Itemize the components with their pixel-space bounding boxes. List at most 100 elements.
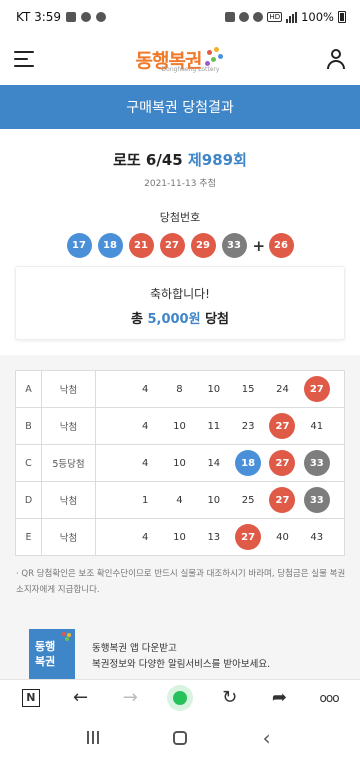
game-result: 낙첨 [41,481,96,519]
matched-number: 33 [303,487,330,513]
game-number: 11 [207,420,221,432]
back-arrow-icon[interactable]: ← [66,683,96,713]
bonus-ball: 26 [268,233,294,258]
game-number: 8 [176,383,183,395]
winning-numbers: 17 18 21 27 29 33 +26 [0,233,360,258]
game-number: 40 [276,531,289,543]
game-numbers-cell: 4 10 11 23 27 41 [95,407,345,445]
green-dot-button[interactable] [165,683,195,713]
game-number: 41 [310,420,324,432]
winning-ball: 29 [190,233,216,258]
game-number: 4 [141,420,149,432]
game-number: 4 [141,531,149,543]
game-numbers: 4 8 10 15 24 27 [96,376,344,402]
total-prize: 총 5,000원 당첨 [16,308,344,327]
game-number: 25 [241,494,255,506]
browser-toolbar: N ← → ↻ ➦ ooo [0,679,360,715]
matched-number: 27 [235,524,262,550]
status-right: HD 100% [225,10,346,24]
game-name: 로또 6/45 [113,151,183,169]
alarm-icon [225,12,236,22]
game-number: 10 [207,494,221,506]
game-number: 10 [173,457,186,469]
matched-number: 27 [269,487,296,513]
game-result: 낙첨 [41,370,96,408]
more-icon[interactable]: ooo [314,683,344,713]
game-number: 4 [141,383,149,395]
home-icon [172,730,187,745]
draw-info: 로또 6/45 제989회 2021-11-13 추첨 당첨번호 17 18 21 2… [0,129,360,258]
user-icon[interactable] [326,49,346,69]
banner-line1: 동행복권 앱 다운받고 [92,643,177,654]
game-number: 10 [173,420,186,432]
results-table: A 낙첨 4 8 10 15 24 27 B 낙첨 4 10 11 23 27 41 C 5등당첨 4 10 14 18 2… [15,370,345,556]
plus-sign: + [252,236,266,255]
banner-line2: 복권정보와 다양한 알림서비스를 받아보세요. [92,659,271,670]
game-result: 낙첨 [41,407,96,445]
hamburger-menu-icon[interactable] [14,51,34,67]
draw-date: 2021-11-13 추첨 [144,179,216,189]
game-id: A [15,370,42,408]
forward-arrow-icon[interactable]: → [115,683,145,713]
game-row: C 5등당첨 4 10 14 18 27 33 [15,444,345,482]
game-number: 23 [241,420,255,432]
game-number: 4 [141,457,149,469]
wifi-icon [253,12,264,22]
prize-prefix: 총 [130,312,143,327]
battery-icon [338,11,346,23]
prize-amount: 5,000원 [147,312,201,327]
matched-number: 33 [303,450,330,476]
game-number: 1 [141,494,149,506]
naver-n-icon: N [21,688,40,707]
logo[interactable]: 동행복권 Donghaeng Lottery [136,39,225,79]
signal-icon [286,11,298,23]
game-number: 10 [207,383,221,395]
game-numbers: 4 10 14 18 27 33 [96,450,344,476]
green-dot-icon [166,684,193,711]
winning-ball: 27 [159,233,185,258]
home-button[interactable] [165,723,195,753]
winning-ball: 17 [66,233,92,258]
congrats-card: 축하합니다! 총 5,000원 당첨 [15,266,345,340]
app-download-banner[interactable]: 동행 복권 동행복권 앱 다운받고 복권정보와 다양한 알림서비스를 받아보세요… [0,615,360,679]
game-id: E [15,518,42,556]
game-row: D 낙첨 1 4 10 25 27 33 [15,481,345,519]
network-label: HD [267,12,283,22]
game-numbers-cell: 1 4 10 25 27 33 [95,481,345,519]
share-icon[interactable]: ➦ [264,683,294,713]
winning-ball: 33 [221,233,247,258]
status-bar: KT 3:59 HD 100% [0,0,360,34]
winning-numbers-label: 당첨번호 [159,211,201,224]
app-icon: 동행 복권 [29,629,75,679]
system-back-button[interactable]: ‹ [252,723,282,753]
gallery-notification-icon [66,12,77,22]
game-number: 4 [176,494,183,506]
naver-home-button[interactable]: N [16,683,46,713]
game-numbers: 4 10 11 23 27 41 [96,413,344,439]
game-number: 10 [173,531,186,543]
game-row: E 낙첨 4 10 13 27 40 43 [15,518,345,556]
game-row: B 낙첨 4 10 11 23 27 41 [15,407,345,445]
matched-number: 27 [269,450,296,476]
game-numbers-cell: 4 10 13 27 40 43 [95,518,345,556]
app-icon-burst [62,632,72,642]
game-numbers: 1 4 10 25 27 33 [96,487,344,513]
prize-suffix: 당첨 [205,312,230,327]
game-id: C [15,444,42,482]
game-result: 낙첨 [41,518,96,556]
page-title: 구매복권 당첨결과 [0,85,360,129]
game-row: A 낙첨 4 8 10 15 24 27 [15,370,345,408]
game-result: 5등당첨 [41,444,96,482]
winning-ball: 21 [128,233,154,258]
app-notification-icon [96,12,107,22]
game-numbers-cell: 4 10 14 18 27 33 [95,444,345,482]
recent-apps-button[interactable] [78,723,108,753]
refresh-icon[interactable]: ↻ [215,683,245,713]
more-label: ooo [319,690,340,705]
draw-number: 제989회 [187,151,247,169]
winning-ball: 18 [97,233,123,258]
chevron-left-icon: ‹ [262,725,271,750]
chat-notification-icon [81,12,92,22]
battery-level: 100% [301,10,334,24]
matched-number: 27 [303,376,330,402]
